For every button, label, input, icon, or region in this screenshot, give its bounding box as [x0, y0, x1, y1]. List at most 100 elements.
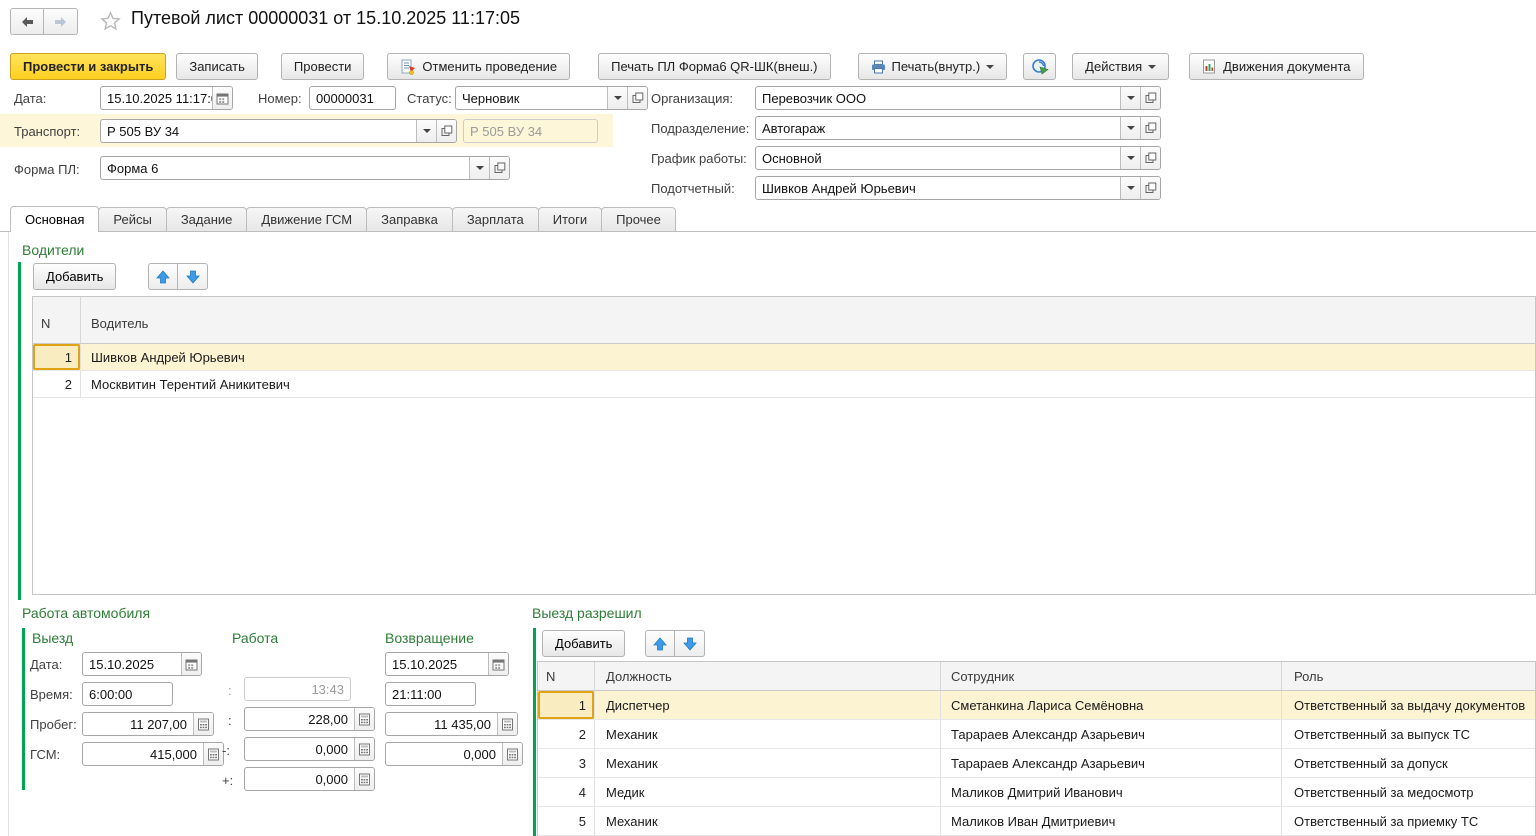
calendar-icon[interactable]: [488, 653, 508, 675]
departure-odometer-label: Пробег:: [30, 717, 77, 732]
table-row[interactable]: 3 Механик Тарараев Александр Азарьевич О…: [538, 749, 1535, 778]
table-row[interactable]: 2 Механик Тарараев Александр Азарьевич О…: [538, 720, 1535, 749]
form-pl-field[interactable]: Форма 6: [100, 156, 510, 180]
calculator-icon[interactable]: [354, 768, 374, 790]
drivers-add-button[interactable]: Добавить: [33, 263, 116, 290]
departure-odometer-field[interactable]: 11 207,00: [82, 712, 214, 736]
tab-prochee[interactable]: Прочее: [601, 207, 676, 231]
chevron-down-icon: [1148, 65, 1156, 69]
departure-fuel-field[interactable]: 415,000: [82, 742, 224, 766]
calendar-icon[interactable]: [181, 653, 201, 675]
departure-date-label: Дата:: [30, 657, 62, 672]
organization-field[interactable]: Перевозчик ООО: [755, 86, 1161, 110]
column-header-employee: Сотрудник: [941, 662, 1282, 690]
departure-time-label: Время:: [30, 687, 73, 702]
dropdown-button[interactable]: [416, 120, 436, 142]
calculator-icon[interactable]: [354, 738, 374, 760]
tab-zarplata[interactable]: Зарплата: [452, 207, 539, 231]
return-time-field[interactable]: 21:11:00: [385, 682, 476, 706]
table-row[interactable]: 4 Медик Маликов Дмитрий Иванович Ответст…: [538, 778, 1535, 807]
transport-field[interactable]: Р 505 ВУ 34: [100, 119, 457, 143]
print-internal-button[interactable]: Печать(внутр.): [858, 53, 1008, 80]
status-label: Статус:: [407, 91, 452, 106]
tab-itogi[interactable]: Итоги: [538, 207, 602, 231]
table-row[interactable]: 1 Диспетчер Сметанкина Лариса Семёновна …: [538, 691, 1535, 720]
refresh-button[interactable]: [1023, 53, 1056, 80]
permit-table-header: N Должность Сотрудник Роль: [538, 662, 1535, 691]
calculator-icon[interactable]: [502, 743, 522, 765]
dropdown-button[interactable]: [1120, 147, 1140, 169]
tab-zadanie[interactable]: Задание: [166, 207, 248, 231]
calendar-icon[interactable]: [212, 87, 232, 109]
open-button[interactable]: [1140, 87, 1160, 109]
return-date-field[interactable]: 15.10.2025: [385, 652, 509, 676]
departure-date-field[interactable]: 15.10.2025: [82, 652, 202, 676]
forward-button[interactable]: [44, 8, 78, 35]
department-field[interactable]: Автогараж: [755, 116, 1161, 140]
tab-osnovnaya[interactable]: Основная: [10, 206, 99, 232]
work-fuel-plus-label: +:: [222, 773, 233, 788]
refresh-icon: [1031, 58, 1049, 76]
permit-add-button[interactable]: Добавить: [542, 630, 625, 657]
open-button[interactable]: [627, 87, 647, 109]
post-button[interactable]: Провести: [281, 53, 365, 80]
dropdown-button[interactable]: [1120, 177, 1140, 199]
arrow-down-icon: [683, 637, 697, 651]
document-movements-button[interactable]: Движения документа: [1189, 53, 1363, 80]
permit-move-down-button[interactable]: [675, 630, 705, 657]
open-button[interactable]: [1140, 117, 1160, 139]
open-icon: [1145, 182, 1157, 194]
table-row[interactable]: 2 Москвитин Терентий Аникитевич: [33, 371, 1535, 398]
tab-page-border: [8, 232, 9, 836]
drivers-move-down-button[interactable]: [178, 263, 208, 290]
vehicle-work-section-title: Работа автомобиля: [22, 605, 150, 621]
dropdown-button[interactable]: [1120, 117, 1140, 139]
post-and-close-button[interactable]: Провести и закрыть: [10, 53, 166, 80]
calculator-icon[interactable]: [497, 713, 517, 735]
drivers-section-bar: [18, 262, 21, 600]
back-button[interactable]: [10, 8, 44, 35]
tab-reysy[interactable]: Рейсы: [98, 207, 166, 231]
table-row[interactable]: 5 Механик Маликов Иван Дмитриевич Ответс…: [538, 807, 1535, 836]
status-field[interactable]: Черновик: [455, 86, 648, 110]
write-button[interactable]: Записать: [176, 53, 258, 80]
departure-permit-section-title: Выезд разрешил: [532, 605, 642, 621]
dropdown-button[interactable]: [1120, 87, 1140, 109]
return-fuel-field[interactable]: 0,000: [385, 742, 523, 766]
undo-posting-button[interactable]: Отменить проведение: [387, 53, 570, 80]
open-icon: [441, 125, 453, 137]
permit-move-up-button[interactable]: [645, 630, 675, 657]
open-button[interactable]: [1140, 177, 1160, 199]
drivers-table-header: N Водитель: [33, 297, 1535, 344]
open-button[interactable]: [436, 120, 456, 142]
departure-time-field[interactable]: 6:00:00: [82, 682, 173, 706]
table-row[interactable]: 1 Шивков Андрей Юрьевич: [33, 344, 1535, 371]
favorite-star-icon[interactable]: [99, 10, 122, 35]
schedule-field[interactable]: Основной: [755, 146, 1161, 170]
chevron-down-icon: [423, 129, 431, 133]
work-distance-field[interactable]: 228,00: [244, 707, 375, 731]
drivers-move-up-button[interactable]: [148, 263, 178, 290]
tab-zapravka[interactable]: Заправка: [366, 207, 453, 231]
calculator-icon[interactable]: [354, 708, 374, 730]
tab-dvizhenie-gsm[interactable]: Движение ГСМ: [246, 207, 367, 231]
calculator-icon[interactable]: [193, 713, 213, 735]
number-label: Номер:: [258, 91, 302, 106]
open-button[interactable]: [1140, 147, 1160, 169]
work-fuel-plus-field[interactable]: 0,000: [244, 767, 375, 791]
open-button[interactable]: [489, 157, 509, 179]
dropdown-button[interactable]: [607, 87, 627, 109]
vehicle-work-section-bar: [22, 628, 25, 790]
date-field[interactable]: 15.10.2025 11:17:05: [100, 86, 233, 110]
column-header-position: Должность: [595, 662, 941, 690]
chevron-down-icon: [614, 96, 622, 100]
print-external-button[interactable]: Печать ПЛ Форма6 QR-ШК(внеш.): [598, 53, 830, 80]
number-field[interactable]: 00000031: [309, 86, 396, 110]
dropdown-button[interactable]: [469, 157, 489, 179]
calculator-icon[interactable]: [203, 743, 223, 765]
work-fuel-minus-field[interactable]: 0,000: [244, 737, 375, 761]
return-odometer-field[interactable]: 11 435,00: [385, 712, 518, 736]
accountable-field[interactable]: Шивков Андрей Юрьевич: [755, 176, 1161, 200]
actions-button[interactable]: Действия: [1072, 53, 1169, 80]
chevron-down-icon: [1127, 96, 1135, 100]
